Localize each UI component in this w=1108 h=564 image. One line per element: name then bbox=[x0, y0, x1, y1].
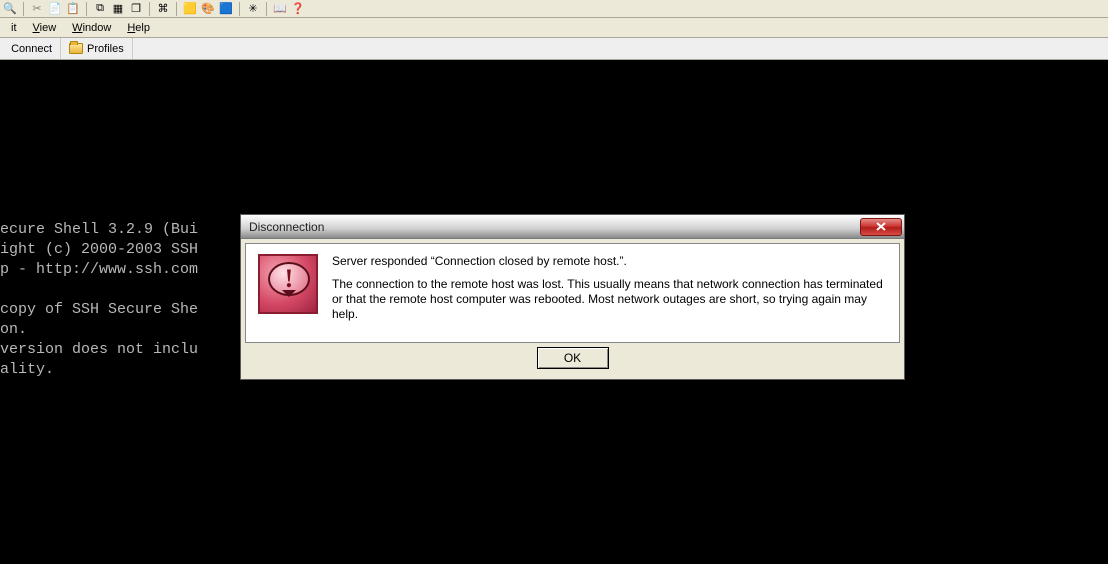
menu-help[interactable]: Help bbox=[120, 20, 157, 36]
help-book-icon[interactable]: 📖 bbox=[272, 1, 288, 17]
paste-icon[interactable]: 📋 bbox=[65, 1, 81, 17]
quick-bar: Connect Profiles bbox=[0, 38, 1108, 60]
print-preview-icon[interactable]: 🔍 bbox=[2, 1, 18, 17]
error-icon: ! bbox=[258, 254, 318, 314]
cut-icon[interactable]: ✂ bbox=[29, 1, 45, 17]
dialog-message-line2: The connection to the remote host was lo… bbox=[332, 277, 885, 322]
profiles-button[interactable]: Profiles bbox=[61, 38, 133, 59]
new-window-icon[interactable]: ⧉ bbox=[92, 1, 108, 17]
terminal-text: ecure Shell 3.2.9 (Bui ight (c) 2000-200… bbox=[0, 221, 198, 378]
folder-icon bbox=[69, 43, 83, 54]
menu-edit[interactable]: iEditt bbox=[4, 20, 24, 36]
whats-this-icon[interactable]: ❓ bbox=[290, 1, 306, 17]
menu-bar: iEditt View Window Help bbox=[0, 18, 1108, 38]
quick-connect-label: Connect bbox=[8, 43, 52, 55]
close-icon bbox=[876, 222, 886, 231]
menu-view[interactable]: View bbox=[26, 20, 64, 36]
terminal-icon[interactable]: ⌘ bbox=[155, 1, 171, 17]
dialog-title: Disconnection bbox=[249, 220, 860, 234]
settings-icon[interactable]: ✳ bbox=[245, 1, 261, 17]
profiles-label: Profiles bbox=[87, 43, 124, 55]
dialog-message-line1: Server responded “Connection closed by r… bbox=[332, 254, 885, 269]
cascade-icon[interactable]: ❐ bbox=[128, 1, 144, 17]
icon-toolbar: 🔍 ✂ 📄 📋 ⧉ ▦ ❐ ⌘ 🟨 🎨 🟦 ✳ 📖 ❓ bbox=[0, 0, 1108, 18]
quick-connect-button[interactable]: Connect bbox=[0, 38, 61, 59]
dialog-titlebar[interactable]: Disconnection bbox=[241, 215, 904, 239]
dialog-body: ! Server responded “Connection closed by… bbox=[245, 243, 900, 343]
copy-icon[interactable]: 📄 bbox=[47, 1, 63, 17]
exclamation-icon: ! bbox=[285, 266, 294, 292]
color-a-icon[interactable]: 🟨 bbox=[182, 1, 198, 17]
ok-button[interactable]: OK bbox=[537, 347, 609, 369]
dialog-message: Server responded “Connection closed by r… bbox=[332, 254, 885, 330]
close-button[interactable] bbox=[860, 218, 902, 236]
color-c-icon[interactable]: 🟦 bbox=[218, 1, 234, 17]
dialog-buttons: OK bbox=[241, 347, 904, 379]
tile-icon[interactable]: ▦ bbox=[110, 1, 126, 17]
disconnection-dialog: Disconnection ! Server responded “Connec… bbox=[240, 214, 905, 380]
color-b-icon[interactable]: 🎨 bbox=[200, 1, 216, 17]
menu-window[interactable]: Window bbox=[65, 20, 118, 36]
